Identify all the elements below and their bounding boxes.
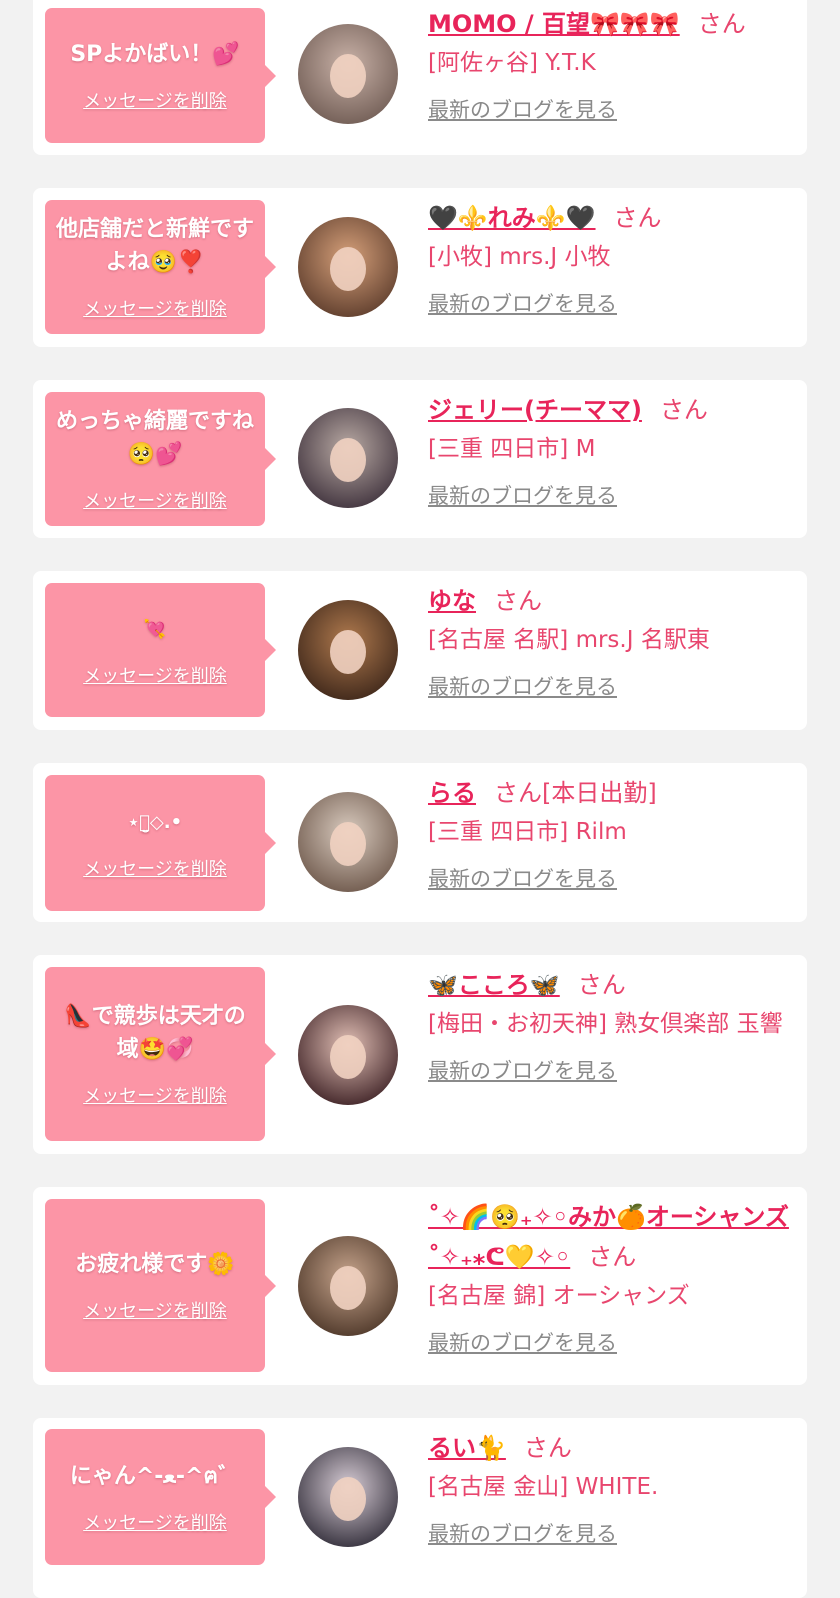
message-bubble: 👠で競歩は天才の域🤩💞 メッセージを削除 (45, 967, 276, 1141)
avatar[interactable] (298, 1236, 398, 1336)
list-item: にゃん^-ﻌ-^ฅ゛ メッセージを削除 るい🐈 さん [名古屋 金山] WHITE… (33, 1418, 807, 1598)
message-bubble: SPよかばい！💕 メッセージを削除 (45, 8, 276, 143)
delete-message-link[interactable]: メッセージを削除 (83, 487, 227, 513)
latest-blog-link[interactable]: 最新のブログを見る (428, 94, 617, 124)
list-item: 👠で競歩は天才の域🤩💞 メッセージを削除 🦋こころ🦋 さん [梅田・お初天神] 熟… (33, 955, 807, 1154)
user-name-link[interactable]: るい🐈 (428, 1434, 506, 1462)
message-bubble: にゃん^-ﻌ-^ฅ゛ メッセージを削除 (45, 1429, 276, 1565)
message-text: にゃん^-ﻌ-^ฅ゛ (69, 1463, 241, 1489)
list-item: SPよかばい！💕 メッセージを削除 MOMO / 百望🎀🎀🎀 さん [阿佐ヶ谷] … (33, 0, 807, 155)
message-text: ⋆ꪔ̤̮◇.• (127, 811, 183, 833)
latest-blog-link[interactable]: 最新のブログを見る (428, 1518, 617, 1548)
honorific: さん (588, 1243, 637, 1271)
honorific: さん (613, 204, 662, 232)
delete-message-link[interactable]: メッセージを削除 (83, 295, 227, 321)
message-text: お疲れ様です🌼 (75, 1252, 235, 1277)
honorific: さん (577, 971, 626, 999)
message-text: 👠で競歩は天才の域🤩💞 (64, 1004, 246, 1062)
shop-info: [三重 四日市] Rilm (428, 819, 627, 845)
shop-info: [名古屋 金山] WHITE. (428, 1474, 659, 1500)
shop-info: [名古屋 錦] オーシャンズ (428, 1283, 690, 1309)
avatar[interactable] (298, 600, 398, 700)
avatar[interactable] (298, 408, 398, 508)
message-bubble: ⋆ꪔ̤̮◇.• メッセージを削除 (45, 775, 276, 911)
avatar[interactable] (298, 792, 398, 892)
user-name-link[interactable]: 🖤⚜️れみ⚜️🖤 (428, 204, 596, 232)
message-text: めっちゃ綺麗ですね🥺💕 (55, 409, 254, 467)
latest-blog-link[interactable]: 最新のブログを見る (428, 480, 617, 510)
user-name-link[interactable]: 🦋こころ🦋 (428, 971, 560, 999)
delete-message-link[interactable]: メッセージを削除 (83, 1297, 227, 1323)
avatar[interactable] (298, 1005, 398, 1105)
honorific: さん (697, 10, 746, 38)
honorific: さん[本日出勤] (494, 779, 657, 807)
delete-message-link[interactable]: メッセージを削除 (83, 1509, 227, 1535)
user-name-link[interactable]: ゆな (428, 587, 476, 615)
shop-info: [三重 四日市] M (428, 436, 596, 462)
user-name-link[interactable]: ジェリー(チーママ) (428, 396, 642, 424)
message-bubble: お疲れ様です🌼 メッセージを削除 (45, 1199, 276, 1372)
latest-blog-link[interactable]: 最新のブログを見る (428, 863, 617, 893)
latest-blog-link[interactable]: 最新のブログを見る (428, 288, 617, 318)
message-text: 他店舗だと新鮮ですよね🥹❣️ (55, 217, 254, 275)
avatar[interactable] (298, 217, 398, 317)
list-item: 💘 メッセージを削除 ゆな さん [名古屋 名駅] mrs.J 名駅東 最新のブロ… (33, 571, 807, 730)
shop-info: [小牧] mrs.J 小牧 (428, 244, 611, 270)
avatar[interactable] (298, 1447, 398, 1547)
latest-blog-link[interactable]: 最新のブログを見る (428, 1055, 617, 1085)
delete-message-link[interactable]: メッセージを削除 (83, 1082, 227, 1108)
honorific: さん (523, 1434, 572, 1462)
honorific: さん (659, 396, 708, 424)
message-bubble: 他店舗だと新鮮ですよね🥹❣️ メッセージを削除 (45, 200, 276, 334)
user-name-link[interactable]: らる (428, 779, 476, 807)
list-item: お疲れ様です🌼 メッセージを削除 ˚✧🌈🥺₊✧◦みか🍊オーシャンズ˚✧₊⁎ᕦ💛✧… (33, 1187, 807, 1385)
message-text: 💘 (143, 618, 167, 640)
avatar[interactable] (298, 24, 398, 124)
list-item: めっちゃ綺麗ですね🥺💕 メッセージを削除 ジェリー(チーママ) さん [三重 四日… (33, 380, 807, 538)
delete-message-link[interactable]: メッセージを削除 (83, 855, 227, 881)
message-text: SPよかばい！💕 (70, 42, 240, 67)
user-name-link[interactable]: MOMO / 百望🎀🎀🎀 (428, 10, 680, 38)
list-item: 他店舗だと新鮮ですよね🥹❣️ メッセージを削除 🖤⚜️れみ⚜️🖤 さん [小牧] … (33, 188, 807, 347)
message-bubble: めっちゃ綺麗ですね🥺💕 メッセージを削除 (45, 392, 276, 526)
message-bubble: 💘 メッセージを削除 (45, 583, 276, 717)
latest-blog-link[interactable]: 最新のブログを見る (428, 1327, 617, 1357)
shop-info: [阿佐ヶ谷] Y.T.K (428, 50, 596, 76)
shop-info: [名古屋 名駅] mrs.J 名駅東 (428, 627, 710, 653)
honorific: さん (494, 587, 542, 615)
delete-message-link[interactable]: メッセージを削除 (83, 662, 227, 688)
list-item: ⋆ꪔ̤̮◇.• メッセージを削除 らる さん[本日出勤] [三重 四日市] Ril… (33, 763, 807, 922)
delete-message-link[interactable]: メッセージを削除 (83, 87, 227, 113)
latest-blog-link[interactable]: 最新のブログを見る (428, 671, 617, 701)
shop-info: [梅田・お初天神] 熟女倶楽部 玉響 (428, 1011, 783, 1037)
